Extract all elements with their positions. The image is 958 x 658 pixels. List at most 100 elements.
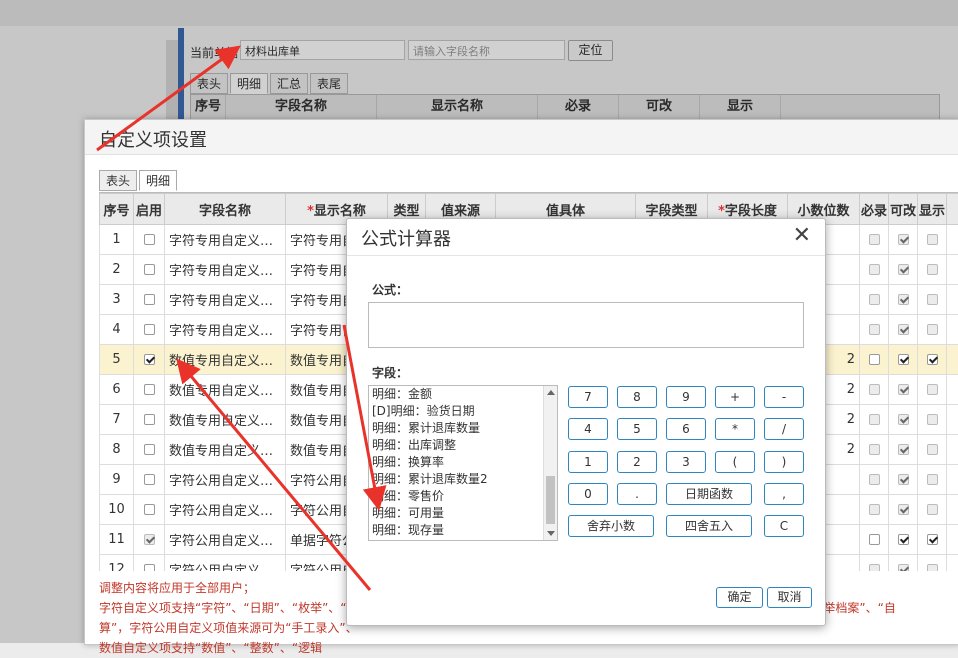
shown-checkbox[interactable] <box>927 564 938 571</box>
key-dot[interactable]: . <box>617 483 657 505</box>
key-comma[interactable]: , <box>764 483 804 505</box>
required-checkbox[interactable] <box>869 504 880 515</box>
key-2[interactable]: 2 <box>617 451 657 473</box>
scroll-down-icon[interactable] <box>547 531 555 536</box>
key-clear[interactable]: C <box>764 515 804 537</box>
required-checkbox[interactable] <box>869 264 880 275</box>
required-checkbox[interactable] <box>869 534 880 545</box>
key-round[interactable]: 四舍五入 <box>666 515 752 537</box>
enabled-checkbox[interactable] <box>144 504 155 515</box>
shown-checkbox[interactable] <box>927 294 938 305</box>
field-list-item[interactable]: [D]明细：验货日期 <box>372 403 557 420</box>
field-list-item[interactable]: 明细：累计退库数量 <box>372 420 557 437</box>
key-date-function[interactable]: 日期函数 <box>666 483 752 505</box>
key-7[interactable]: 7 <box>568 386 608 408</box>
editable-checkbox[interactable] <box>898 414 909 425</box>
field-name-cell[interactable]: 数值专用自定义… <box>165 435 286 465</box>
editable-checkbox[interactable] <box>898 474 909 485</box>
field-name-cell[interactable]: 字符专用自定义… <box>165 225 286 255</box>
field-name-cell[interactable]: 数值专用自定义… <box>165 405 286 435</box>
field-name-cell[interactable]: 字符公用自定义… <box>165 525 286 555</box>
field-name-cell[interactable]: 数值专用自定义… <box>165 345 286 375</box>
shown-checkbox[interactable] <box>927 504 938 515</box>
required-checkbox[interactable] <box>869 444 880 455</box>
field-name-cell[interactable]: 字符专用自定义… <box>165 255 286 285</box>
key-5[interactable]: 5 <box>617 418 657 440</box>
required-checkbox[interactable] <box>869 294 880 305</box>
shown-checkbox[interactable] <box>927 384 938 395</box>
enabled-checkbox[interactable] <box>144 324 155 335</box>
key-truncate[interactable]: 舍弃小数 <box>568 515 654 537</box>
key-9[interactable]: 9 <box>666 386 706 408</box>
editable-checkbox[interactable] <box>898 324 909 335</box>
required-checkbox[interactable] <box>869 234 880 245</box>
formula-input[interactable] <box>368 302 804 348</box>
enabled-checkbox[interactable] <box>144 414 155 425</box>
enabled-checkbox[interactable] <box>144 474 155 485</box>
key-close-paren[interactable]: ) <box>764 451 804 473</box>
scroll-thumb[interactable] <box>546 476 555 524</box>
required-checkbox[interactable] <box>869 414 880 425</box>
panel-tab-detail[interactable]: 明细 <box>139 170 177 191</box>
field-list-item[interactable]: 明细：出库调整 <box>372 437 557 454</box>
key-3[interactable]: 3 <box>666 451 706 473</box>
field-name-cell[interactable]: 字符专用自定义… <box>165 315 286 345</box>
shown-checkbox[interactable] <box>927 234 938 245</box>
editable-checkbox[interactable] <box>898 354 909 365</box>
enabled-checkbox[interactable] <box>144 444 155 455</box>
shown-checkbox[interactable] <box>927 534 938 545</box>
field-name-cell[interactable]: 字符公用自定义… <box>165 555 286 572</box>
field-list-item[interactable]: 明细：零售价 <box>372 488 557 505</box>
key-4[interactable]: 4 <box>568 418 608 440</box>
field-name-cell[interactable]: 字符公用自定义… <box>165 495 286 525</box>
field-name-cell[interactable]: 字符公用自定义… <box>165 465 286 495</box>
enabled-checkbox[interactable] <box>144 234 155 245</box>
editable-checkbox[interactable] <box>898 504 909 515</box>
fields-scrollbar[interactable] <box>543 386 557 540</box>
required-checkbox[interactable] <box>869 474 880 485</box>
key-open-paren[interactable]: ( <box>715 451 755 473</box>
editable-checkbox[interactable] <box>898 264 909 275</box>
required-checkbox[interactable] <box>869 324 880 335</box>
enabled-checkbox[interactable] <box>144 264 155 275</box>
editable-checkbox[interactable] <box>898 444 909 455</box>
field-list-item[interactable]: 明细：现存量 <box>372 522 557 539</box>
scroll-up-icon[interactable] <box>547 390 555 395</box>
field-list-item[interactable]: 明细：累计退库数量2 <box>372 471 557 488</box>
required-checkbox[interactable] <box>869 354 880 365</box>
field-name-cell[interactable]: 数值专用自定义… <box>165 375 286 405</box>
key-divide[interactable]: / <box>764 418 804 440</box>
key-1[interactable]: 1 <box>568 451 608 473</box>
key-0[interactable]: 0 <box>568 483 608 505</box>
required-checkbox[interactable] <box>869 564 880 571</box>
key-plus[interactable]: + <box>715 386 755 408</box>
ok-button[interactable]: 确定 <box>716 587 763 608</box>
key-8[interactable]: 8 <box>617 386 657 408</box>
fields-listbox[interactable]: 明细：金额[D]明细：验货日期明细：累计退库数量明细：出库调整明细：换算率明细：… <box>368 385 558 541</box>
field-list-item[interactable]: 明细：可用量 <box>372 505 557 522</box>
enabled-checkbox[interactable] <box>144 384 155 395</box>
close-icon[interactable]: ✕ <box>793 223 811 249</box>
field-list-item[interactable]: 明细：金额 <box>372 386 557 403</box>
shown-checkbox[interactable] <box>927 474 938 485</box>
editable-checkbox[interactable] <box>898 234 909 245</box>
cancel-button[interactable]: 取消 <box>767 587 812 608</box>
shown-checkbox[interactable] <box>927 324 938 335</box>
key-minus[interactable]: - <box>764 386 804 408</box>
required-checkbox[interactable] <box>869 384 880 395</box>
enabled-checkbox[interactable] <box>144 534 155 545</box>
editable-checkbox[interactable] <box>898 564 909 571</box>
editable-checkbox[interactable] <box>898 294 909 305</box>
enabled-checkbox[interactable] <box>144 354 155 365</box>
enabled-checkbox[interactable] <box>144 294 155 305</box>
shown-checkbox[interactable] <box>927 264 938 275</box>
field-list-item[interactable]: 明细：换算率 <box>372 454 557 471</box>
shown-checkbox[interactable] <box>927 414 938 425</box>
enabled-checkbox[interactable] <box>144 564 155 571</box>
editable-checkbox[interactable] <box>898 534 909 545</box>
field-name-cell[interactable]: 字符专用自定义… <box>165 285 286 315</box>
editable-checkbox[interactable] <box>898 384 909 395</box>
panel-tab-header[interactable]: 表头 <box>99 170 137 191</box>
key-multiply[interactable]: * <box>715 418 755 440</box>
key-6[interactable]: 6 <box>666 418 706 440</box>
